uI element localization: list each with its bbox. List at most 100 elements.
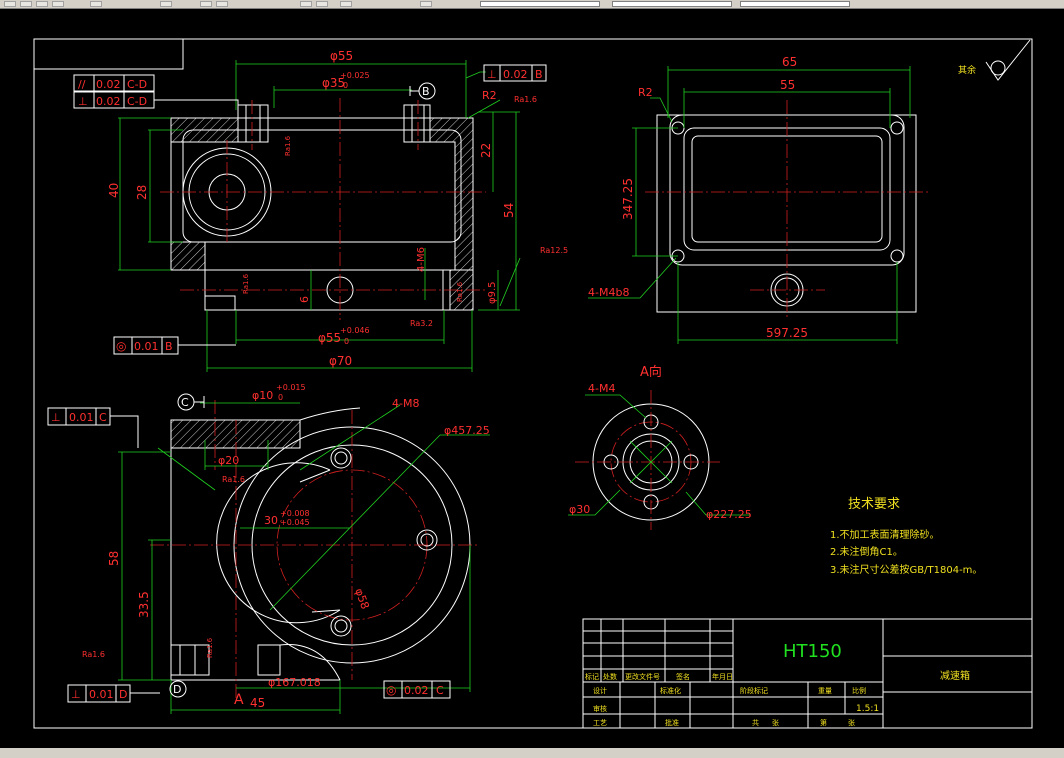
svg-text:⊥: ⊥ bbox=[51, 411, 61, 424]
tool-button[interactable] bbox=[160, 1, 172, 7]
tol-frame-perp-cd: ⊥ 0.02 C-D bbox=[73, 91, 239, 118]
svg-text:◎: ◎ bbox=[386, 683, 396, 697]
dim-h347-25: 347.25 bbox=[621, 178, 635, 220]
tool-button[interactable] bbox=[200, 1, 212, 7]
dim-w65: 65 bbox=[782, 55, 797, 69]
svg-text:C-D: C-D bbox=[127, 95, 147, 108]
svg-text:⊥: ⊥ bbox=[487, 68, 497, 81]
svg-text:0.02: 0.02 bbox=[96, 95, 121, 108]
ra-3-2: Ra3.2 bbox=[410, 319, 433, 328]
svg-text:⊥: ⊥ bbox=[71, 688, 81, 701]
front-view bbox=[118, 60, 521, 372]
tool-button[interactable] bbox=[340, 1, 352, 7]
dim-4-m4: 4-M4 bbox=[588, 382, 615, 395]
svg-text:◎: ◎ bbox=[116, 339, 126, 353]
dim-w597-25: 597.25 bbox=[766, 326, 808, 340]
svg-text:0.01: 0.01 bbox=[69, 411, 94, 424]
tool-button[interactable] bbox=[52, 1, 64, 7]
svg-text:B: B bbox=[165, 340, 173, 353]
svg-text:张: 张 bbox=[772, 718, 779, 727]
dim-d457-25: φ457.25 bbox=[444, 424, 490, 437]
svg-text:年月日: 年月日 bbox=[712, 672, 733, 681]
dim-d55-top: φ55 bbox=[330, 49, 353, 63]
svg-text:D: D bbox=[119, 688, 127, 701]
tech-item-1: 1.不加工表面清理除砂。 bbox=[830, 528, 940, 541]
horizontal-scrollbar[interactable] bbox=[0, 748, 1064, 758]
tool-button[interactable] bbox=[216, 1, 228, 7]
linetype-dropdown[interactable] bbox=[612, 1, 732, 7]
dim-d70: φ70 bbox=[329, 354, 352, 368]
dim-r2-side: R2 bbox=[638, 86, 653, 99]
dim-d55-tol-lo: 0 bbox=[344, 337, 349, 346]
svg-text:⊥: ⊥ bbox=[78, 95, 88, 108]
ra-12-5: Ra12.5 bbox=[540, 246, 568, 255]
svg-text:0.02: 0.02 bbox=[503, 68, 528, 81]
dim-30: 30 bbox=[264, 514, 278, 527]
dim-w55: 55 bbox=[780, 78, 795, 92]
material-label: HT150 bbox=[783, 641, 842, 662]
tool-button[interactable] bbox=[300, 1, 312, 7]
svg-text:阶段标记: 阶段标记 bbox=[740, 686, 768, 695]
ra-mid: Ra1.6 bbox=[242, 273, 250, 294]
svg-text:C: C bbox=[436, 684, 444, 697]
svg-text:标准化: 标准化 bbox=[660, 686, 681, 695]
dim-d20: φ20 bbox=[218, 454, 239, 467]
dim-d10-tol-up: +0.015 bbox=[276, 383, 306, 392]
tol-frame-conc-b: ◎ 0.01 B bbox=[113, 336, 236, 355]
svg-text:0.01: 0.01 bbox=[89, 688, 114, 701]
svg-text:共: 共 bbox=[752, 718, 759, 727]
svg-text:0.02: 0.02 bbox=[96, 78, 121, 91]
lineweight-dropdown[interactable] bbox=[740, 1, 850, 7]
tool-button[interactable] bbox=[4, 1, 16, 7]
cad-drawing-canvas[interactable]: // 0.02 C-D ⊥ 0.02 C-D ⊥ 0.02 B B ◎ 0.01… bbox=[0, 8, 1064, 748]
dim-h33-5: 33.5 bbox=[137, 591, 151, 618]
datum-d: D bbox=[169, 680, 187, 698]
svg-text:B: B bbox=[422, 85, 430, 98]
part-name: 减速箱 bbox=[940, 669, 970, 682]
dim-d58: φ58 bbox=[352, 587, 371, 611]
section-view bbox=[118, 400, 490, 714]
tool-button[interactable] bbox=[36, 1, 48, 7]
svg-text:C: C bbox=[99, 411, 107, 424]
tol-frame-perp-c: ⊥ 0.01 C bbox=[47, 407, 139, 448]
tech-title: 技术要求 bbox=[848, 497, 900, 512]
tol-frame-parallel: // 0.02 C-D bbox=[73, 74, 155, 92]
svg-text:第: 第 bbox=[820, 718, 827, 727]
svg-text://: // bbox=[78, 78, 86, 91]
dim-d9-5: φ9.5 bbox=[487, 282, 498, 305]
svg-text:C-D: C-D bbox=[127, 78, 147, 91]
svg-text:重量: 重量 bbox=[818, 687, 832, 695]
corner-box bbox=[34, 39, 184, 70]
ra-section: Ra1.6 bbox=[222, 475, 245, 484]
svg-text:签名: 签名 bbox=[676, 672, 690, 681]
dim-30-tol-lo: +0.045 bbox=[280, 518, 310, 527]
dim-h58: 58 bbox=[107, 551, 121, 566]
dim-d55-tol-up: +0.046 bbox=[340, 326, 370, 335]
a-view-title: A向 bbox=[640, 364, 662, 380]
scale-value: 1.5:1 bbox=[856, 704, 879, 714]
tool-button[interactable] bbox=[20, 1, 32, 7]
svg-text:其余: 其余 bbox=[958, 64, 976, 76]
svg-text:批准: 批准 bbox=[665, 718, 679, 727]
dim-4-m6: 4-M6 bbox=[416, 247, 427, 272]
dim-4-m4b8: 4-M4b8 bbox=[588, 286, 629, 299]
dim-h6: 6 bbox=[298, 296, 311, 303]
tech-requirements: 技术要求 1.不加工表面清理除砂。 2.未注倒角C1。 3.未注尺寸公差按GB/… bbox=[830, 497, 982, 576]
dim-d10-tol-lo: 0 bbox=[278, 393, 283, 402]
tech-item-2: 2.未注倒角C1。 bbox=[830, 545, 903, 558]
tol-frame-perp-d: ⊥ 0.01 D bbox=[67, 684, 160, 703]
dim-h40: 40 bbox=[107, 183, 121, 198]
dim-d227-25: φ227.25 bbox=[706, 508, 752, 521]
tool-button[interactable] bbox=[420, 1, 432, 7]
dim-h28: 28 bbox=[135, 185, 149, 200]
tol-frame-perp-b: ⊥ 0.02 B bbox=[483, 64, 547, 82]
tool-button[interactable] bbox=[316, 1, 328, 7]
svg-text:0.02: 0.02 bbox=[404, 684, 429, 697]
dim-d55-bot: φ55 bbox=[318, 331, 341, 345]
ra-left: Ra1.6 bbox=[284, 135, 292, 156]
dim-d35-tol-lo: 0 bbox=[343, 81, 348, 90]
dim-r2-front: R2 bbox=[482, 89, 497, 102]
layer-dropdown[interactable] bbox=[480, 1, 600, 7]
tool-button[interactable] bbox=[90, 1, 102, 7]
svg-text:审核: 审核 bbox=[593, 704, 607, 713]
